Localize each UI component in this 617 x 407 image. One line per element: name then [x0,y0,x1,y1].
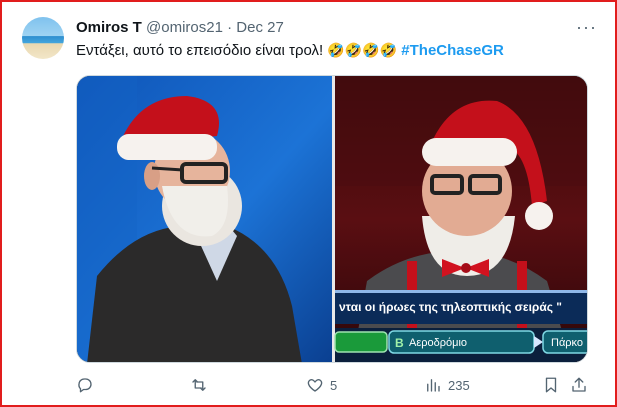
tweet-header: Omiros T @omiros21 · Dec 27 [76,19,284,36]
right-panel-photo: νται οι ήρωες της τηλεοπτικής σειράς " B… [334,76,587,362]
views-button[interactable]: 235 [424,376,470,394]
heart-icon [307,379,323,392]
avatar[interactable] [22,17,64,59]
author-handle[interactable]: @omiros21 [146,19,223,36]
separator-dot: · [227,19,233,36]
reply-button[interactable] [76,376,94,394]
like-button[interactable]: 5 [306,376,337,394]
like-count: 5 [330,377,338,393]
media-image: νται οι ήρωες της τηλεοπτικής σειράς " B… [77,76,587,362]
tweet-date[interactable]: Dec 27 [236,19,284,36]
retweet-icon [192,379,206,391]
tweet-text: Εντάξει, αυτό το επεισόδιο είναι τρολ! 🤣… [76,42,504,59]
caption-strip-text: νται οι ήρωες της τηλεοπτικής σειράς " [339,300,562,314]
more-options-icon[interactable]: ··· [576,17,597,38]
answer-b-letter: B [395,336,404,350]
share-button[interactable] [570,376,588,394]
views-icon [427,379,440,392]
reply-icon [78,378,92,393]
bookmark-icon [545,377,557,393]
hashtag-link[interactable]: #TheChaseGR [401,42,504,59]
emoji-rofl: 🤣🤣🤣🤣 [327,42,398,58]
answer-b-text: Αεροδρόμιο [409,337,467,349]
author-name[interactable]: Omiros T [76,19,142,36]
retweet-button[interactable] [190,376,208,394]
left-panel-photo [77,76,332,362]
tweet-body: Εντάξει, αυτό το επεισόδιο είναι τρολ! [76,42,324,59]
tweet-media[interactable]: νται οι ήρωες της τηλεοπτικής σειράς " B… [76,75,588,363]
views-count: 235 [448,377,470,393]
tweet-actions: 5 235 [76,376,588,398]
answer-next-text: Πάρκο [551,337,583,349]
bookmark-button[interactable] [542,376,560,394]
share-icon [572,377,586,392]
